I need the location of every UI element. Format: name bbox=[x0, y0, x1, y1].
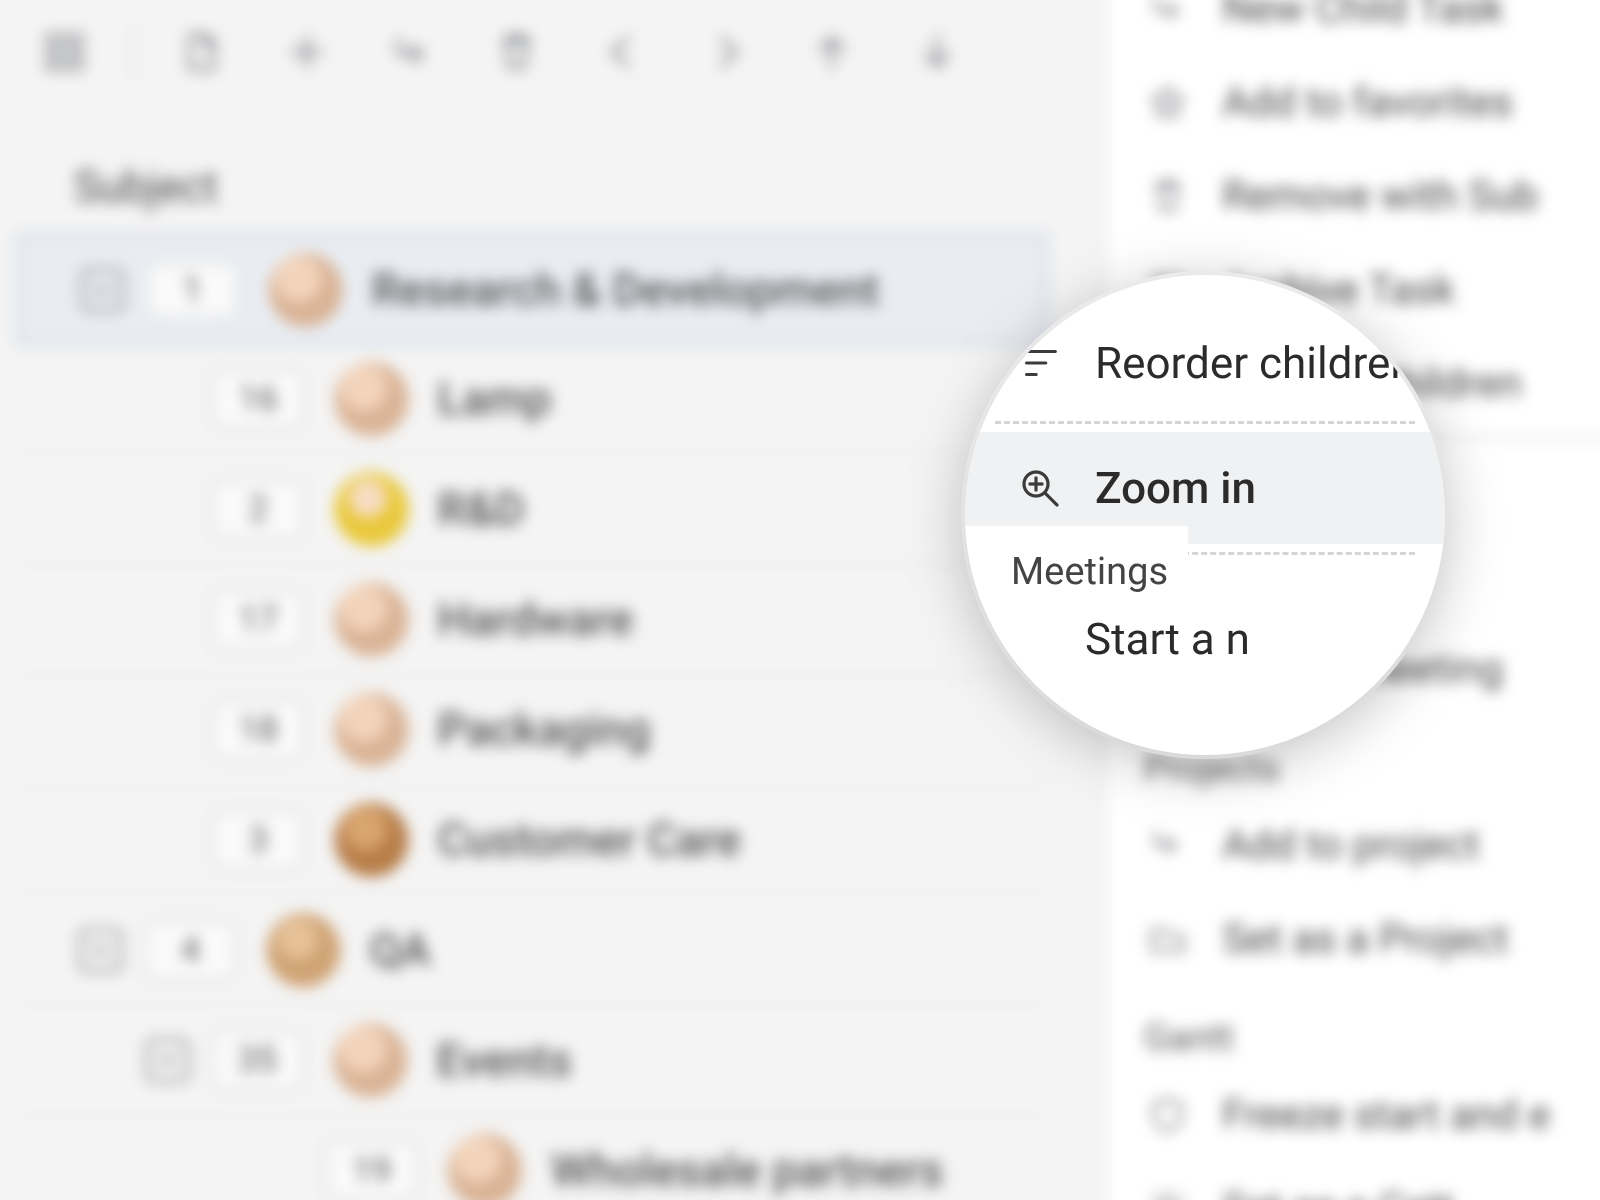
magnifier-lens: Reorder children Zoom in Meetings Start … bbox=[965, 275, 1445, 755]
avatar bbox=[448, 1134, 522, 1200]
avatar bbox=[334, 803, 408, 877]
row-label: Customer Care bbox=[437, 813, 740, 867]
back-icon[interactable] bbox=[595, 25, 649, 79]
row-number: 4 bbox=[145, 921, 236, 979]
menu-item-remove[interactable]: Remove with Sub bbox=[1109, 149, 1600, 243]
lens-item-start-meeting[interactable]: Start a n bbox=[965, 589, 1445, 689]
menu-item-set-project[interactable]: Set as a Project bbox=[1109, 891, 1600, 985]
avatar bbox=[334, 472, 408, 546]
row-label: Research & Development bbox=[372, 263, 880, 317]
menu-item-gantt-extra[interactable]: Set ee e Cett bbox=[1109, 1161, 1600, 1200]
table-row[interactable]: 1 Research & Development bbox=[17, 234, 1047, 344]
row-number: 35 bbox=[212, 1032, 303, 1090]
forward-icon[interactable] bbox=[700, 25, 754, 79]
collapse-icon[interactable] bbox=[79, 929, 122, 972]
row-label: Wholesale partners bbox=[551, 1144, 943, 1198]
row-number: 16 bbox=[213, 370, 304, 428]
table-row[interactable]: 3 Customer Care bbox=[17, 785, 1047, 895]
avatar bbox=[266, 913, 340, 987]
row-label: Packaging bbox=[437, 703, 650, 757]
lens-label: Reorder children bbox=[1095, 337, 1415, 389]
row-number: 2 bbox=[213, 481, 304, 539]
lens-label: Start a n bbox=[1085, 613, 1250, 665]
menu-label: Add to favorites bbox=[1222, 78, 1513, 126]
plus-icon[interactable] bbox=[280, 25, 334, 79]
collapse-icon[interactable] bbox=[146, 1039, 189, 1082]
row-number: 3 bbox=[213, 811, 304, 869]
trash-icon[interactable] bbox=[490, 25, 544, 79]
shield-icon bbox=[1144, 1091, 1191, 1138]
folder-icon bbox=[1144, 915, 1191, 962]
menu-label: Set ee e Cett bbox=[1222, 1184, 1454, 1200]
lens-section-meetings: Meetings bbox=[965, 526, 1188, 600]
table-row[interactable]: 18 Packaging bbox=[17, 675, 1047, 785]
up-icon[interactable] bbox=[805, 25, 859, 79]
column-header-subject: Subject bbox=[74, 162, 218, 212]
table-row[interactable]: 19 Wholesale partners bbox=[17, 1116, 1047, 1200]
menu-item-favorite[interactable]: Add to favorites bbox=[1109, 55, 1600, 149]
gear-icon bbox=[1144, 1185, 1191, 1200]
menu-label: Remove with Sub bbox=[1222, 172, 1538, 220]
child-icon bbox=[1144, 0, 1191, 32]
avatar bbox=[334, 693, 408, 767]
enter-icon[interactable] bbox=[385, 25, 439, 79]
row-label: QA bbox=[369, 923, 430, 977]
down-icon[interactable] bbox=[910, 25, 964, 79]
lens-label: Zoom in bbox=[1095, 462, 1256, 514]
menu-label: Set as a Project bbox=[1222, 914, 1508, 962]
table-row[interactable]: 17 Hardware bbox=[17, 565, 1047, 675]
table-row[interactable]: 4 QA bbox=[17, 896, 1047, 1006]
row-label: R&D bbox=[437, 483, 524, 537]
lens-item-reorder[interactable]: Reorder children bbox=[965, 313, 1445, 413]
trash-icon bbox=[1144, 172, 1191, 219]
into-icon bbox=[1144, 821, 1191, 868]
menu-label: Freeze start and e bbox=[1222, 1090, 1550, 1138]
toolbar bbox=[38, 23, 964, 81]
avatar bbox=[269, 252, 343, 326]
avatar bbox=[333, 1023, 407, 1097]
collapse-icon[interactable] bbox=[81, 268, 124, 311]
table-row[interactable]: 16 Lamp bbox=[17, 345, 1047, 455]
task-rows: 1 Research & Development 16 Lamp 2 R&D bbox=[17, 234, 1047, 1200]
file-icon[interactable] bbox=[175, 25, 229, 79]
menu-item-new-child[interactable]: New Child Task bbox=[1109, 0, 1600, 55]
avatar bbox=[334, 582, 408, 656]
zoom-in-icon bbox=[1015, 463, 1065, 513]
row-number: 1 bbox=[147, 261, 238, 319]
menu-item-freeze[interactable]: Freeze start and e bbox=[1109, 1068, 1600, 1162]
table-row[interactable]: 2 R&D bbox=[17, 455, 1047, 565]
menu-item-add-project[interactable]: Add to project bbox=[1109, 798, 1600, 892]
row-number: 18 bbox=[213, 701, 304, 759]
row-label: Events bbox=[436, 1034, 571, 1088]
row-number: 19 bbox=[326, 1142, 417, 1200]
menu-section-gantt: Gantt bbox=[1109, 985, 1600, 1067]
menu-label: Add to project bbox=[1222, 820, 1479, 868]
avatar bbox=[334, 362, 408, 436]
star-icon bbox=[1144, 78, 1191, 125]
table-row[interactable]: 35 Events bbox=[17, 1006, 1047, 1116]
menu-label: New Child Task bbox=[1222, 0, 1503, 32]
reorder-icon bbox=[1015, 338, 1065, 388]
row-label: Hardware bbox=[437, 593, 633, 647]
row-label: Lamp bbox=[437, 372, 551, 426]
row-number: 17 bbox=[213, 591, 304, 649]
grid-icon[interactable] bbox=[38, 25, 92, 79]
